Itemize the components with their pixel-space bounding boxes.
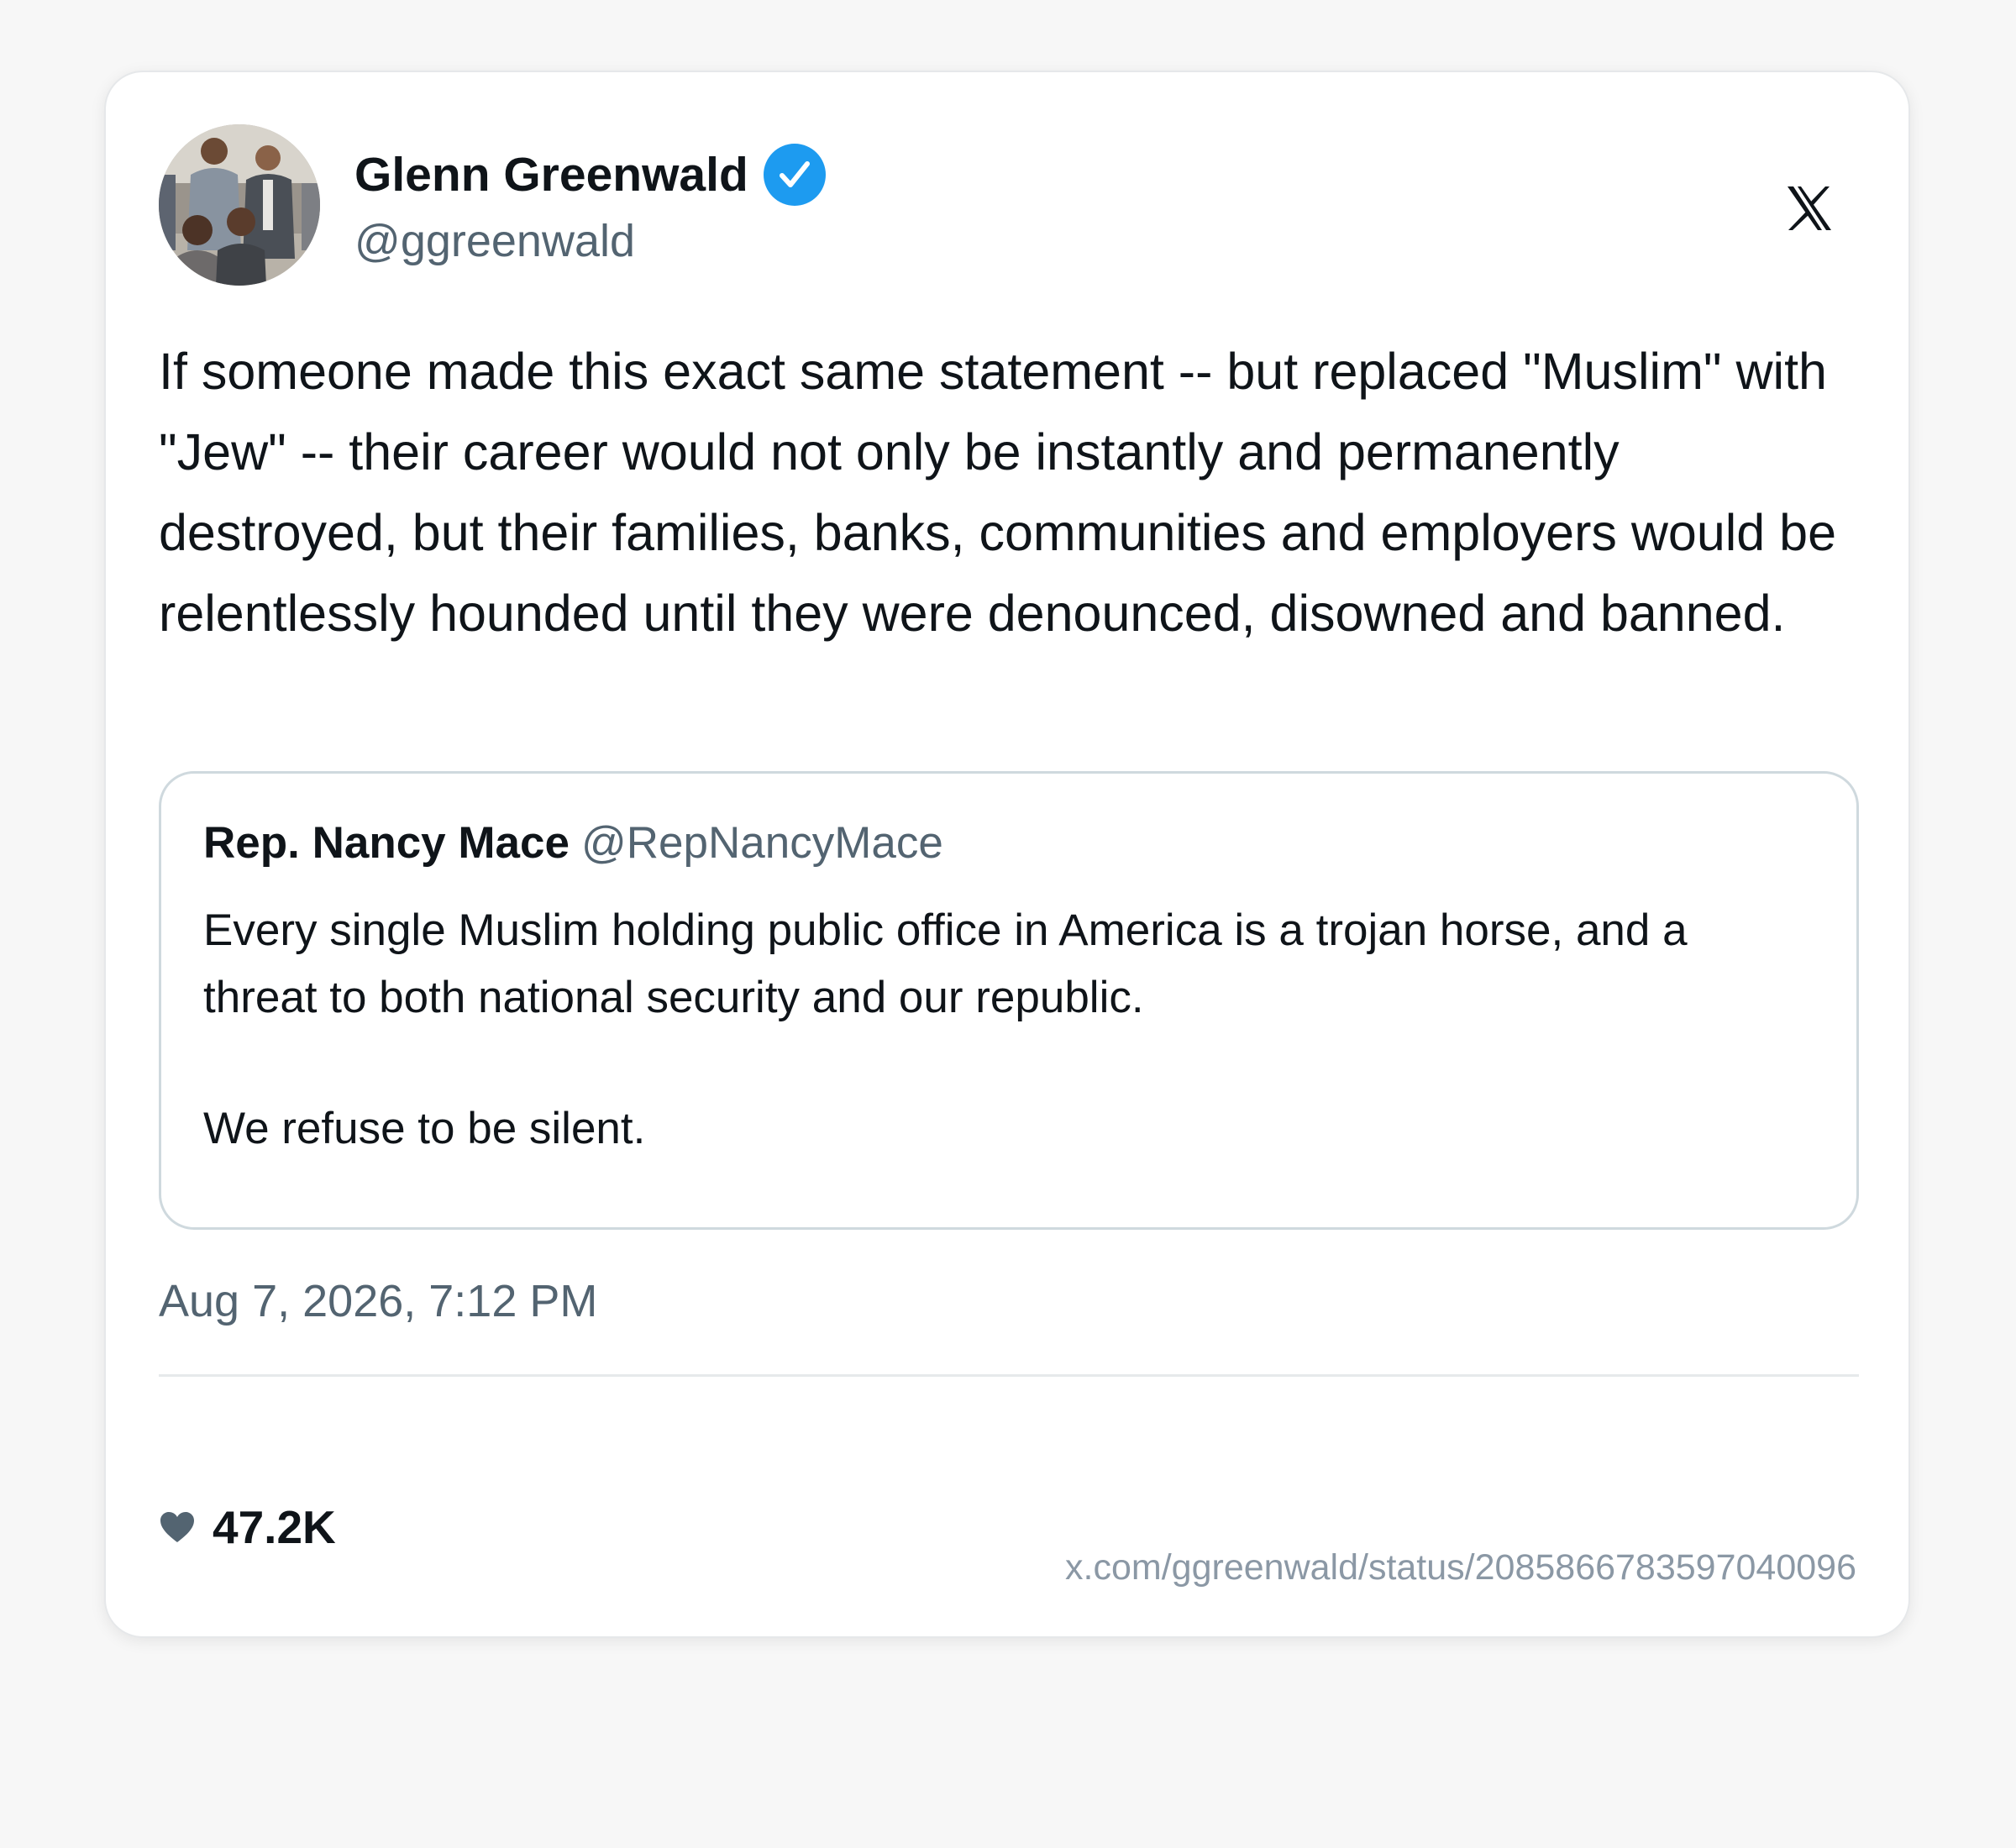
quoted-text-line: Every single Muslim holding public offic… — [203, 906, 1688, 955]
divider — [159, 1374, 1859, 1377]
x-logo-icon[interactable] — [1784, 183, 1835, 234]
verified-badge-icon — [763, 144, 826, 206]
avatar-photo — [159, 124, 320, 286]
avatar[interactable] — [159, 124, 320, 286]
quoted-text-line: We refuse to be silent. — [203, 1104, 646, 1153]
likes[interactable]: 47.2K — [159, 1498, 336, 1557]
quoted-author-name[interactable]: Rep. Nancy Mace — [203, 818, 570, 868]
quoted-author-handle[interactable]: @RepNancyMace — [581, 818, 943, 868]
quoted-author: Rep. Nancy Mace @RepNancyMace — [203, 817, 943, 869]
quoted-text-line: threat to both national security and our… — [203, 973, 1144, 1022]
author-handle[interactable]: @ggreenwald — [354, 215, 635, 267]
author-name[interactable]: Glenn Greenwald — [354, 147, 748, 202]
timestamp[interactable]: Aug 7, 2026, 7:12 PM — [159, 1275, 597, 1327]
tweet-url[interactable]: x.com/ggreenwald/status/2085866783597040… — [1065, 1547, 1856, 1588]
tweet-text: If someone made this exact same statemen… — [159, 343, 1837, 642]
heart-icon — [160, 1512, 194, 1542]
quoted-tweet[interactable]: Rep. Nancy Mace @RepNancyMace Every singl… — [159, 771, 1859, 1230]
tweet-card: Glenn Greenwald @ggreenwald If someone m… — [104, 71, 1910, 1638]
author-name-row: Glenn Greenwald — [354, 141, 826, 208]
likes-count: 47.2K — [213, 1501, 336, 1553]
